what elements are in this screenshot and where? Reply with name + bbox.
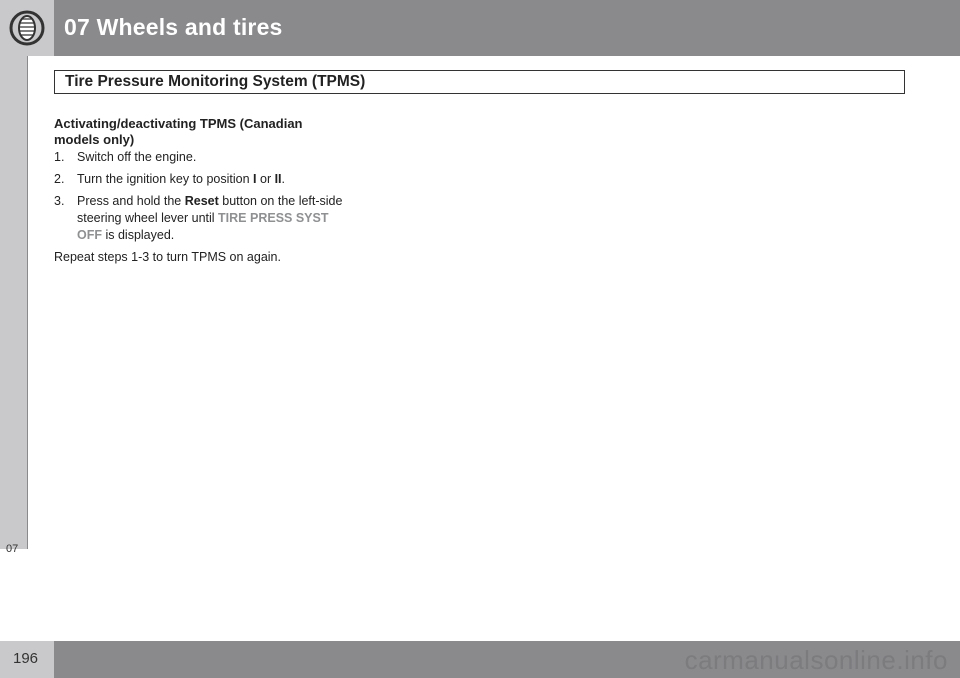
section-title: Tire Pressure Monitoring System (TPMS) xyxy=(65,73,366,90)
tire-icon xyxy=(9,10,45,46)
steps-list: 1. Switch off the engine. 2. Turn the ig… xyxy=(54,149,344,244)
main-content: Activating/deactivating TPMS (Canadian m… xyxy=(54,116,344,266)
page-number: 196 xyxy=(13,650,39,667)
step-number: 1. xyxy=(54,150,65,164)
step-text: is displayed. xyxy=(102,228,175,242)
step-text: Switch off the engine. xyxy=(77,150,197,164)
step-text: Turn the ignition key to position xyxy=(77,172,254,186)
step-item: 2. Turn the ignition key to position I o… xyxy=(54,171,344,188)
header-icon-box xyxy=(0,0,54,56)
step-number: 3. xyxy=(54,194,65,208)
subheading: Activating/deactivating TPMS (Canadian m… xyxy=(54,116,303,147)
chapter-title: 07 Wheels and tires xyxy=(64,14,283,40)
step-text: Press and hold the xyxy=(77,194,185,208)
position-two: II xyxy=(274,172,282,186)
footer-band: carmanualsonline.info xyxy=(0,641,960,678)
step-number: 2. xyxy=(54,172,65,186)
side-tab-label: 07 xyxy=(6,543,19,555)
section-header-box: Tire Pressure Monitoring System (TPMS) xyxy=(54,70,905,94)
repeat-instruction: Repeat steps 1-3 to turn TPMS on again. xyxy=(54,250,281,264)
reset-button-name: Reset xyxy=(184,194,219,208)
page-number-box: 196 xyxy=(0,641,54,678)
step-text: . xyxy=(281,172,286,186)
chapter-side-tab: 07 xyxy=(0,56,28,555)
step-item: 1. Switch off the engine. xyxy=(54,149,344,166)
step-text: or xyxy=(256,172,275,186)
watermark: carmanualsonline.info xyxy=(684,645,948,675)
step-item: 3. Press and hold the Reset button on th… xyxy=(54,193,344,244)
